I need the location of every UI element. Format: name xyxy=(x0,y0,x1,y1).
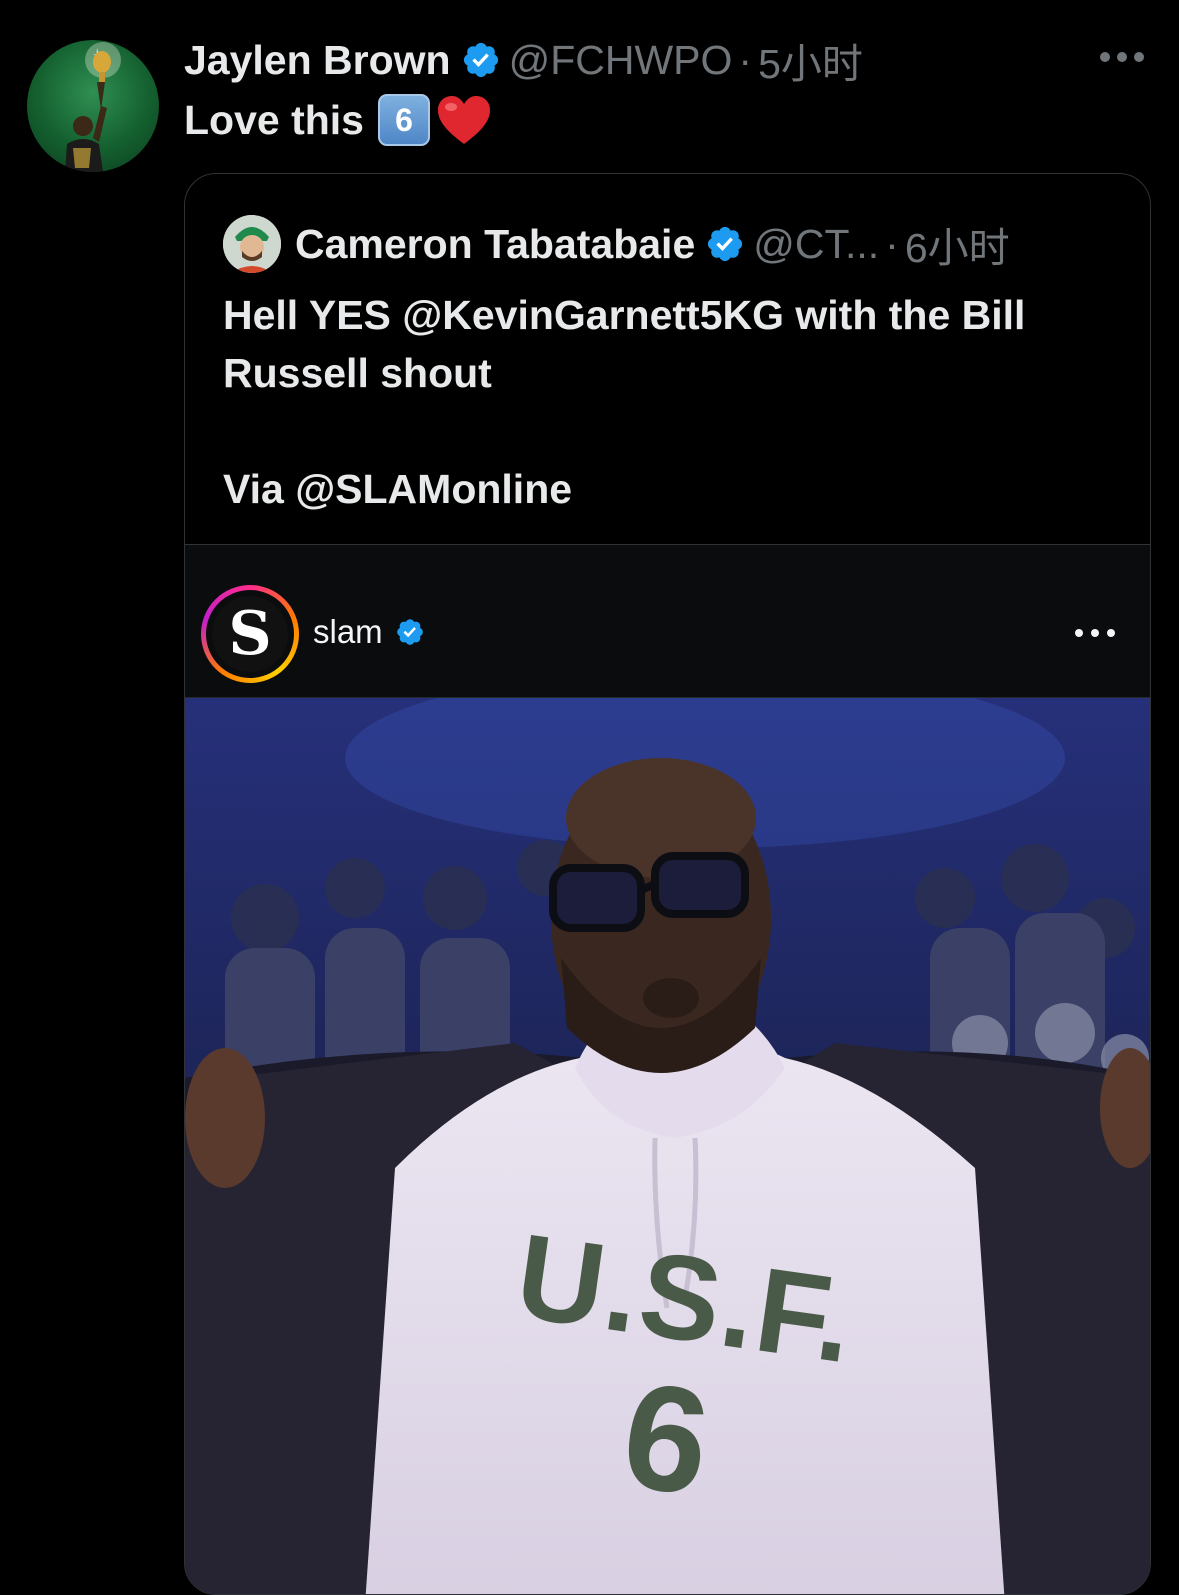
quoted-text-line: Hell YES @KevinGarnett5KG with the Bill xyxy=(223,292,1026,338)
verified-badge-icon xyxy=(705,224,745,264)
slam-avatar[interactable]: S xyxy=(201,585,299,683)
separator-dot: · xyxy=(738,36,753,83)
more-options-icon[interactable] xyxy=(1100,46,1144,68)
verified-badge-icon xyxy=(461,40,501,80)
instagram-account-label: slam xyxy=(313,613,383,650)
instagram-header: S slam xyxy=(185,545,1150,698)
quoted-tweet-text: Hell YES @KevinGarnett5KG with the Bill … xyxy=(223,286,1123,518)
tweet: Jaylen Brown @FCHWPO · 5小时 Love this 6 C… xyxy=(0,0,1179,1595)
keycap-six-emoji: 6 xyxy=(377,94,430,146)
quoted-author-name[interactable]: Cameron Tabatabaie xyxy=(295,221,695,268)
instagram-more-options-icon[interactable] xyxy=(1075,627,1115,639)
player-trophy-avatar-icon xyxy=(65,42,121,172)
quoted-tweet[interactable]: Cameron Tabatabaie @CT... · 6小时 Hell YES… xyxy=(184,173,1151,1595)
verified-badge-icon xyxy=(395,617,425,647)
quoted-text-line: Via @SLAMonline xyxy=(223,466,573,512)
slam-logo: S xyxy=(212,596,288,672)
red-heart-icon xyxy=(436,94,492,146)
author-name[interactable]: Jaylen Brown xyxy=(184,37,451,84)
instagram-embed[interactable]: S slam U.S.F. 6 xyxy=(185,544,1150,1594)
tweet-header: Jaylen Brown @FCHWPO · 5小时 xyxy=(184,30,863,90)
author-handle[interactable]: @FCHWPO xyxy=(509,37,733,84)
shirt-text: U.S.F. 6 xyxy=(468,1209,883,1539)
user-avatar-icon xyxy=(223,215,281,273)
instagram-account-name[interactable]: slam xyxy=(313,609,425,655)
quoted-tweet-time[interactable]: 6小时 xyxy=(905,214,1010,274)
tweet-time[interactable]: 5小时 xyxy=(758,30,863,90)
quoted-avatar[interactable] xyxy=(223,215,281,273)
quoted-header: Cameron Tabatabaie @CT... · 6小时 xyxy=(223,214,1010,274)
author-avatar[interactable] xyxy=(27,40,159,172)
quoted-author-handle[interactable]: @CT... xyxy=(753,221,879,268)
quoted-text-line: Russell shout xyxy=(223,350,492,396)
tweet-text-content: Love this xyxy=(184,96,364,143)
video-frame[interactable]: U.S.F. 6 xyxy=(185,698,1150,1594)
separator-dot: · xyxy=(885,220,899,267)
tweet-text: Love this 6 xyxy=(184,92,492,148)
